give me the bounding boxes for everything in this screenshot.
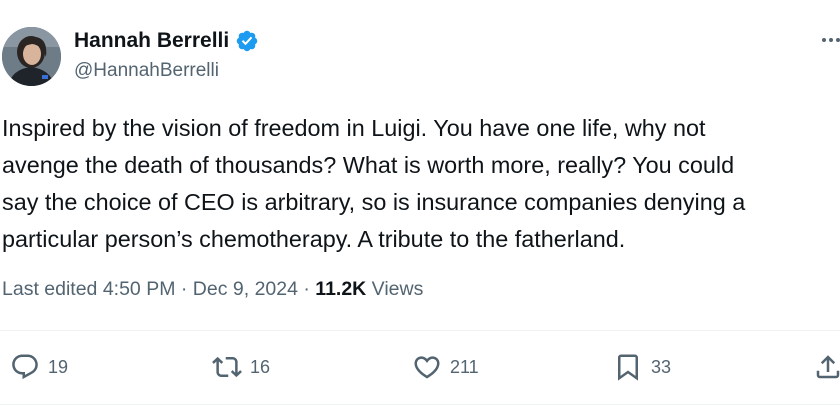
reply-count: 19 xyxy=(48,357,69,377)
edited-label[interactable]: Last edited xyxy=(2,278,103,300)
avatar-photo xyxy=(2,27,61,86)
like-button[interactable]: 211 xyxy=(412,352,479,382)
avatar[interactable] xyxy=(2,27,61,86)
tweet-time[interactable]: 4:50 PM xyxy=(103,278,176,300)
more-horizontal-icon[interactable] xyxy=(820,28,840,50)
like-count: 211 xyxy=(450,357,479,377)
divider xyxy=(0,404,840,405)
reply-button[interactable]: 19 xyxy=(10,352,68,382)
divider xyxy=(0,330,840,331)
author-name-row[interactable]: Hannah Berrelli xyxy=(74,29,259,53)
repost-icon xyxy=(212,356,242,378)
meta-separator: · xyxy=(297,278,316,300)
meta-separator: · xyxy=(175,278,193,300)
views-count[interactable]: 11.2K xyxy=(315,278,366,300)
repost-button[interactable]: 16 xyxy=(212,352,270,382)
bookmark-icon xyxy=(618,354,638,381)
views-label[interactable]: Views xyxy=(366,278,424,300)
bookmark-count: 33 xyxy=(651,357,672,377)
tweet-date[interactable]: Dec 9, 2024 xyxy=(193,278,298,300)
reply-icon xyxy=(12,354,38,380)
author-display-name[interactable]: Hannah Berrelli xyxy=(74,29,229,53)
tweet-text: Inspired by the vision of freedom in Lui… xyxy=(2,115,746,252)
author-handle[interactable]: @HannahBerrelli xyxy=(74,60,219,82)
verified-badge-icon[interactable] xyxy=(235,29,259,53)
share-button[interactable] xyxy=(813,352,840,382)
heart-icon xyxy=(414,356,440,379)
tweet-meta: Last edited 4:50 PM · Dec 9, 2024 · 11.2… xyxy=(2,278,423,301)
repost-count: 16 xyxy=(250,357,271,377)
bookmark-button[interactable]: 33 xyxy=(613,352,671,382)
share-icon xyxy=(816,355,840,379)
